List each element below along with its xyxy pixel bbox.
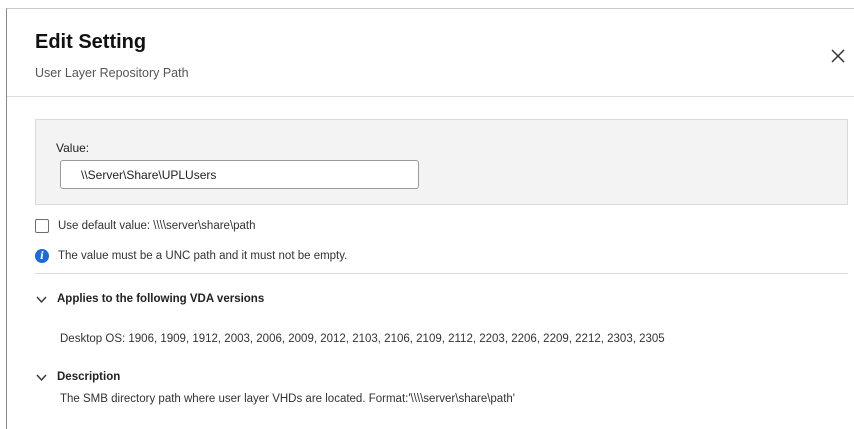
use-default-label: Use default value: \\\\server\share\path (58, 220, 256, 232)
dialog-title: Edit Setting (35, 31, 147, 53)
info-icon: i (35, 249, 49, 263)
close-icon (831, 49, 845, 63)
vda-versions-content: Desktop OS: 1906, 1909, 1912, 2003, 2006… (60, 333, 665, 345)
dialog-subtitle: User Layer Repository Path (35, 66, 189, 80)
value-panel: Value: (35, 119, 848, 205)
chevron-down-icon (36, 374, 47, 381)
validation-note: i The value must be a UNC path and it mu… (35, 248, 347, 264)
description-content: The SMB directory path where user layer … (60, 393, 515, 405)
value-input[interactable] (60, 160, 419, 189)
validation-text: The value must be a UNC path and it must… (58, 250, 348, 262)
description-toggle[interactable]: Description (35, 369, 120, 385)
close-button[interactable] (829, 47, 847, 65)
use-default-row: Use default value: \\\\server\share\path (35, 218, 256, 234)
vda-versions-title: Applies to the following VDA versions (57, 293, 265, 305)
dialog-header: Edit Setting User Layer Repository Path (7, 9, 854, 97)
chevron-down-icon (36, 296, 47, 303)
section-divider (35, 273, 848, 274)
edit-setting-dialog: Edit Setting User Layer Repository Path … (6, 8, 854, 429)
vda-versions-toggle[interactable]: Applies to the following VDA versions (35, 291, 264, 307)
value-label: Value: (56, 141, 90, 155)
description-title: Description (57, 371, 121, 383)
use-default-checkbox[interactable] (35, 219, 49, 233)
